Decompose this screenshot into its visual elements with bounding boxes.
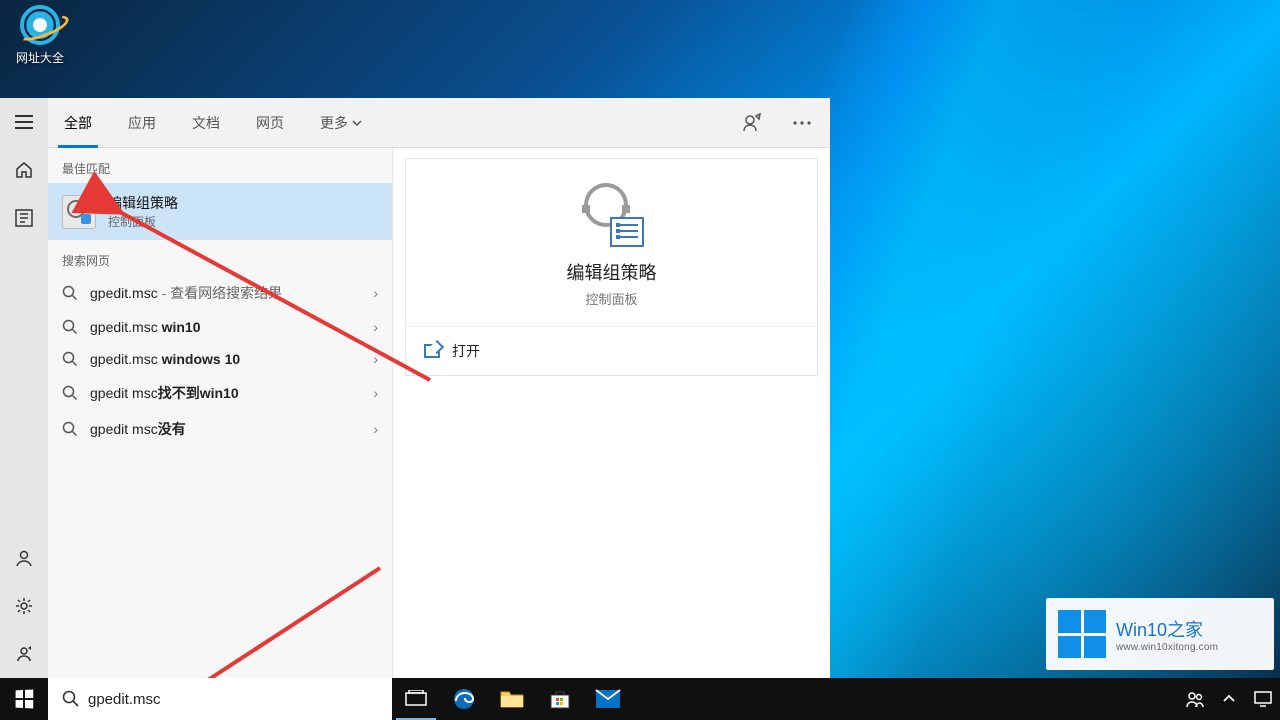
start-button[interactable] [0, 678, 48, 720]
section-best-match: 最佳匹配 [48, 148, 392, 183]
rail-feedback-icon[interactable] [0, 630, 48, 678]
preview-open-action[interactable]: 打开 [406, 327, 817, 375]
search-panel-main: 全部 应用 文档 网页 更多 最佳匹配 [48, 98, 830, 678]
search-body: 最佳匹配 编辑组策略 控制面板 搜索网页 gpedit.msc - 查看网络搜索… [48, 148, 830, 678]
search-icon [62, 351, 78, 367]
chevron-right-icon: › [373, 351, 378, 367]
taskbar-search[interactable] [48, 678, 392, 720]
rail-apps-icon[interactable] [0, 194, 48, 242]
search-icon [62, 421, 78, 437]
tray-chevron-up-icon[interactable] [1212, 678, 1246, 720]
tray-network-icon[interactable] [1246, 678, 1280, 720]
chevron-right-icon: › [373, 319, 378, 335]
tab-all[interactable]: 全部 [48, 98, 108, 148]
search-preview: 编辑组策略 控制面板 打开 [392, 148, 830, 678]
watermark-logo [1058, 610, 1106, 658]
rail-home-icon[interactable] [0, 146, 48, 194]
chevron-down-icon [352, 118, 362, 128]
mail-icon[interactable] [584, 678, 632, 720]
best-match-subtitle: 控制面板 [108, 213, 178, 230]
search-panel: 全部 应用 文档 网页 更多 最佳匹配 [0, 98, 830, 678]
chevron-right-icon: › [373, 285, 378, 301]
best-match-item[interactable]: 编辑组策略 控制面板 [48, 183, 392, 240]
preview-open-label: 打开 [452, 341, 480, 361]
web-result[interactable]: gpedit msc没有 › [48, 411, 392, 447]
tray-people-icon[interactable] [1178, 678, 1212, 720]
section-web-search: 搜索网页 [48, 240, 392, 275]
file-explorer-icon[interactable] [488, 678, 536, 720]
search-icon [62, 285, 78, 301]
desktop-shortcut-ie[interactable]: 网址大全 [8, 5, 72, 66]
search-input[interactable] [80, 691, 388, 708]
more-options-icon[interactable] [782, 103, 822, 143]
web-result[interactable]: gpedit.msc - 查看网络搜索结果 › [48, 275, 392, 311]
rail-settings-icon[interactable] [0, 582, 48, 630]
best-match-title: 编辑组策略 [108, 193, 178, 213]
preview-card: 编辑组策略 控制面板 打开 [405, 158, 818, 376]
search-icon [62, 319, 78, 335]
rail-menu-icon[interactable] [0, 98, 48, 146]
edge-icon[interactable] [440, 678, 488, 720]
tab-more[interactable]: 更多 [304, 98, 378, 148]
search-rail [0, 98, 48, 678]
desktop-shortcut-label: 网址大全 [8, 49, 72, 66]
search-tabs: 全部 应用 文档 网页 更多 [48, 98, 830, 148]
tab-documents[interactable]: 文档 [176, 98, 236, 148]
gpedit-icon [62, 195, 96, 229]
tab-web[interactable]: 网页 [240, 98, 300, 148]
watermark: Win10之家 www.win10xitong.com [1046, 598, 1274, 670]
ie-icon [20, 5, 60, 45]
tab-apps[interactable]: 应用 [112, 98, 172, 148]
chevron-right-icon: › [373, 385, 378, 401]
store-icon[interactable] [536, 678, 584, 720]
feedback-icon[interactable] [732, 103, 772, 143]
gpedit-large-icon [580, 183, 644, 247]
taskbar [0, 678, 1280, 720]
preview-subtitle: 控制面板 [585, 289, 637, 308]
watermark-title: Win10之家 [1116, 616, 1218, 642]
search-results: 最佳匹配 编辑组策略 控制面板 搜索网页 gpedit.msc - 查看网络搜索… [48, 148, 392, 678]
open-icon [424, 344, 440, 358]
search-icon [62, 690, 80, 708]
system-tray [1178, 678, 1280, 720]
search-icon [62, 385, 78, 401]
windows-logo-icon [16, 690, 34, 709]
rail-account-icon[interactable] [0, 534, 48, 582]
web-result[interactable]: gpedit msc找不到win10 › [48, 375, 392, 411]
task-view-icon[interactable] [392, 678, 440, 720]
watermark-url: www.win10xitong.com [1116, 642, 1218, 653]
web-result[interactable]: gpedit.msc windows 10 › [48, 343, 392, 375]
tab-more-label: 更多 [320, 113, 348, 133]
taskbar-pinned [392, 678, 632, 720]
web-result[interactable]: gpedit.msc win10 › [48, 311, 392, 343]
chevron-right-icon: › [373, 421, 378, 437]
preview-title: 编辑组策略 [567, 259, 657, 285]
